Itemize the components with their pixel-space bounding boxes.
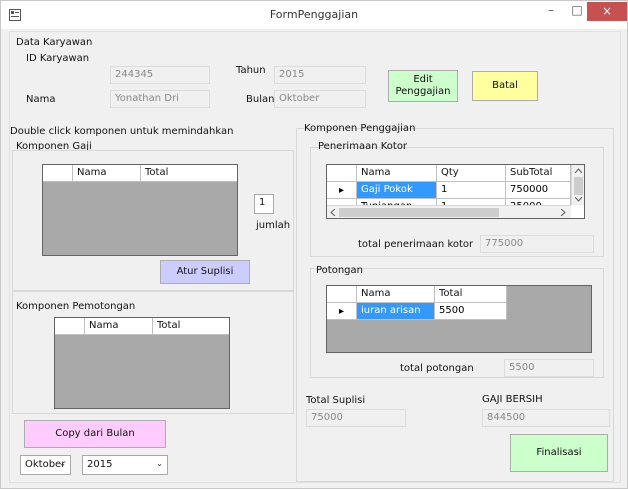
nama-label: Nama <box>26 94 56 105</box>
bulan-select[interactable]: Oktober ⌄ <box>20 455 71 475</box>
column-header-total[interactable]: Total <box>153 318 229 335</box>
column-header-total[interactable]: Total <box>435 286 507 303</box>
potongan-label: Potongan <box>316 265 363 276</box>
vertical-scrollbar[interactable] <box>571 165 584 205</box>
current-row-icon: ▸ <box>327 182 357 198</box>
jumlah-label: jumlah <box>256 220 291 231</box>
scrollbar-thumb[interactable] <box>574 177 583 195</box>
cell-nama[interactable]: iuran arisan <box>357 303 435 319</box>
komponen-pemotongan-label: Komponen Pemotongan <box>16 301 136 312</box>
batal-button[interactable]: Batal <box>472 71 538 101</box>
potongan-header: Nama Total <box>327 286 507 303</box>
potongan-grid[interactable]: Nama Total ▸ iuran arisan 5500 <box>326 285 592 353</box>
form-penggajian-window: FormPenggajian – □ × Data Karyawan ID Ka… <box>0 0 628 489</box>
horizontal-scrollbar[interactable] <box>327 205 571 218</box>
instruction-text: Double click komponen untuk memindahkan <box>10 126 234 137</box>
client-area: Data Karyawan ID Karyawan 244345 Nama Yo… <box>9 31 621 483</box>
komponen-gaji-header: Nama Total <box>43 165 237 182</box>
komponen-pemotongan-grid[interactable]: Nama Total <box>54 317 230 409</box>
penerimaan-header: Nama Qty SubTotal <box>327 165 571 182</box>
total-penerimaan-label: total penerimaan kotor <box>358 239 474 250</box>
copy-dari-bulan-button[interactable]: Copy dari Bulan <box>24 420 166 448</box>
edit-penggajian-button[interactable]: Edit Penggajian <box>388 70 458 102</box>
id-karyawan-field[interactable]: 244345 <box>110 66 210 84</box>
komponen-penggajian-heading: Komponen Penggajian <box>304 123 416 134</box>
column-header-nama[interactable]: Nama <box>357 286 435 303</box>
row-header-corner <box>55 318 85 335</box>
chevron-left-icon <box>330 209 335 216</box>
tahun-select-value: 2015 <box>87 459 113 470</box>
total-penerimaan-field[interactable]: 775000 <box>480 235 594 253</box>
id-karyawan-label: ID Karyawan <box>26 53 90 64</box>
title-bar: FormPenggajian – □ × <box>1 1 627 29</box>
column-header-nama[interactable]: Nama <box>85 318 153 335</box>
total-suplisi-label: Total Suplisi <box>306 395 366 406</box>
chevron-down-icon: ⌄ <box>59 459 66 468</box>
atur-suplisi-button[interactable]: Atur Suplisi <box>160 260 250 284</box>
cell-nama[interactable]: Gaji Pokok <box>357 182 437 198</box>
scrollbar-thumb[interactable] <box>339 208 499 217</box>
chevron-right-icon <box>561 209 566 216</box>
table-row[interactable]: ▸ iuran arisan 5500 <box>327 303 507 320</box>
column-header-subtotal[interactable]: SubTotal <box>506 165 571 182</box>
row-header-corner <box>327 286 357 303</box>
cell-subtotal[interactable]: 750000 <box>506 182 571 198</box>
tahun-label: Tahun <box>236 65 266 76</box>
row-header-corner <box>327 165 357 182</box>
data-karyawan-heading: Data Karyawan <box>16 37 93 48</box>
cell-total[interactable]: 5500 <box>435 303 507 319</box>
chevron-down-icon <box>575 197 582 202</box>
column-header-total[interactable]: Total <box>141 165 237 182</box>
jumlah-input[interactable]: 1 <box>254 194 274 214</box>
cell-qty[interactable]: 1 <box>437 182 506 198</box>
tahun-select[interactable]: 2015 ⌄ <box>82 455 168 475</box>
total-potongan-label: total potongan <box>400 363 474 374</box>
penerimaan-kotor-label: Penerimaan Kotor <box>318 141 408 152</box>
tahun-field[interactable]: 2015 <box>274 66 366 84</box>
column-header-qty[interactable]: Qty <box>437 165 506 182</box>
komponen-gaji-grid[interactable]: Nama Total <box>42 164 238 256</box>
chevron-up-icon <box>575 168 582 173</box>
current-row-icon: ▸ <box>327 303 357 319</box>
gaji-bersih-field[interactable]: 844500 <box>482 409 610 427</box>
table-row[interactable]: ▸ Gaji Pokok 1 750000 <box>327 182 571 199</box>
penerimaan-grid[interactable]: Nama Qty SubTotal ▸ Gaji Pokok 1 750000 … <box>326 164 585 219</box>
column-header-nama[interactable]: Nama <box>73 165 141 182</box>
minimize-button[interactable]: – <box>538 1 564 21</box>
finalisasi-button[interactable]: Finalisasi <box>510 434 608 472</box>
chevron-down-icon: ⌄ <box>156 459 163 468</box>
total-suplisi-field[interactable]: 75000 <box>306 409 406 427</box>
gaji-bersih-label: GAJI BERSIH <box>482 394 543 405</box>
bulan-field[interactable]: Oktober <box>274 90 366 108</box>
column-header-nama[interactable]: Nama <box>357 165 437 182</box>
bulan-label: Bulan <box>246 94 275 105</box>
nama-field[interactable]: Yonathan Dri <box>110 90 210 108</box>
total-potongan-field[interactable]: 5500 <box>504 359 594 377</box>
komponen-pemotongan-header: Nama Total <box>55 318 229 335</box>
window-title: FormPenggajian <box>269 8 359 21</box>
row-header-corner <box>43 165 73 182</box>
close-button[interactable]: × <box>587 2 627 21</box>
